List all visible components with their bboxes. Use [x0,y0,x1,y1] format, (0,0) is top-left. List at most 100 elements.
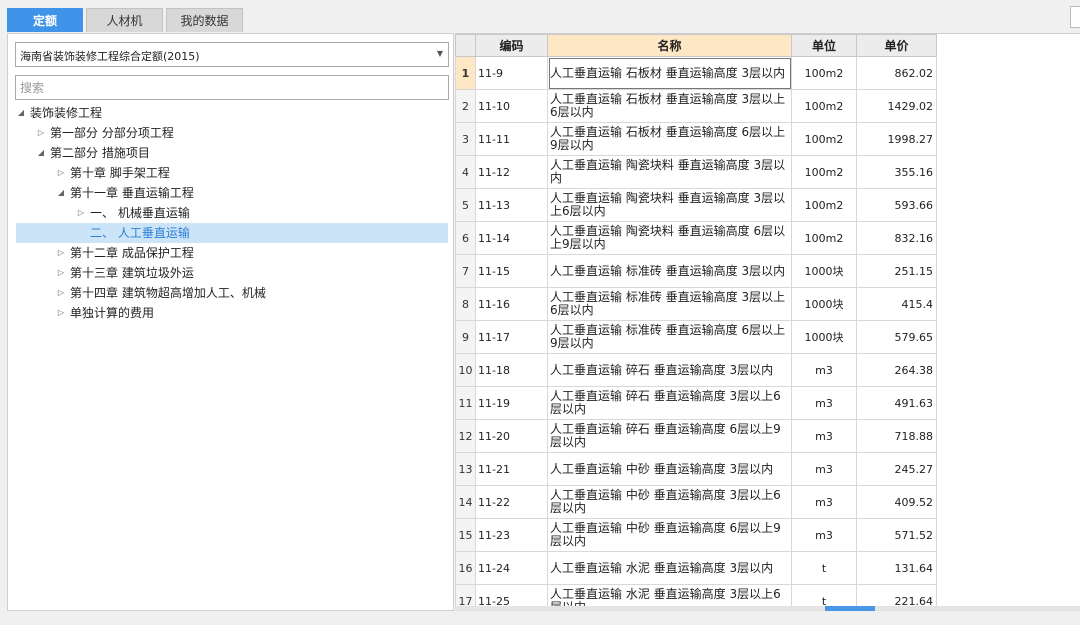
expand-arrow-icon[interactable]: ▷ [56,243,66,263]
unit-cell[interactable]: m3 [791,452,857,486]
table-row[interactable]: 15 11-23 人工垂直运输 中砂 垂直运输高度 6层以上9层以内 m3 571.52 [455,518,937,552]
expand-arrow-icon[interactable]: ▷ [56,263,66,283]
code-cell[interactable]: 11-17 [475,320,548,354]
unit-cell[interactable]: t [791,551,857,585]
price-cell[interactable]: 862.02 [856,56,937,90]
code-cell[interactable]: 11-11 [475,122,548,156]
code-cell[interactable]: 11-12 [475,155,548,189]
price-cell[interactable]: 264.38 [856,353,937,387]
price-cell[interactable]: 571.52 [856,518,937,552]
table-row[interactable]: 13 11-21 人工垂直运输 中砂 垂直运输高度 3层以内 m3 245.27 [455,452,937,486]
code-cell[interactable]: 11-15 [475,254,548,288]
name-cell[interactable]: 人工垂直运输 中砂 垂直运输高度 6层以上9层以内 [547,518,792,552]
price-cell[interactable]: 593.66 [856,188,937,222]
name-cell[interactable]: 人工垂直运输 石板材 垂直运输高度 3层以内 [547,56,792,90]
code-cell[interactable]: 11-18 [475,353,548,387]
code-cell[interactable]: 11-9 [475,56,548,90]
unit-cell[interactable]: 1000块 [791,320,857,354]
table-row[interactable]: 6 11-14 人工垂直运输 陶瓷块料 垂直运输高度 6层以上9层以内 100m2 83… [455,221,937,255]
unit-cell[interactable]: m3 [791,386,857,420]
row-number-cell[interactable]: 2 [455,89,476,123]
table-row[interactable]: 10 11-18 人工垂直运输 碎石 垂直运输高度 3层以内 m3 264.38 [455,353,937,387]
tree-node[interactable]: ▷ 第十章 脚手架工程 [16,163,448,183]
row-number-cell[interactable]: 1 [455,56,476,90]
code-cell[interactable]: 11-14 [475,221,548,255]
table-row[interactable]: 8 11-16 人工垂直运输 标准砖 垂直运输高度 3层以上6层以内 1000块 415… [455,287,937,321]
collapse-arrow-icon[interactable]: ◢ [56,183,66,203]
price-cell[interactable]: 832.16 [856,221,937,255]
code-cell[interactable]: 11-24 [475,551,548,585]
price-cell[interactable]: 245.27 [856,452,937,486]
unit-cell[interactable]: 100m2 [791,155,857,189]
price-cell[interactable]: 355.16 [856,155,937,189]
name-cell[interactable]: 人工垂直运输 标准砖 垂直运输高度 3层以内 [547,254,792,288]
code-cell[interactable]: 11-22 [475,485,548,519]
price-cell[interactable]: 491.63 [856,386,937,420]
unit-cell[interactable]: 100m2 [791,56,857,90]
row-number-cell[interactable]: 4 [455,155,476,189]
table-row[interactable]: 3 11-11 人工垂直运输 石板材 垂直运输高度 6层以上9层以内 100m2 199… [455,122,937,156]
name-cell[interactable]: 人工垂直运输 陶瓷块料 垂直运输高度 3层以上6层以内 [547,188,792,222]
name-cell[interactable]: 人工垂直运输 碎石 垂直运输高度 3层以上6层以内 [547,386,792,420]
expand-arrow-icon[interactable]: ▷ [56,163,66,183]
row-number-cell[interactable]: 9 [455,320,476,354]
row-number-cell[interactable]: 10 [455,353,476,387]
search-input[interactable] [15,75,449,100]
code-cell[interactable]: 11-19 [475,386,548,420]
unit-cell[interactable]: 100m2 [791,221,857,255]
table-row[interactable]: 7 11-15 人工垂直运输 标准砖 垂直运输高度 3层以内 1000块 251.15 [455,254,937,288]
table-row[interactable]: 12 11-20 人工垂直运输 碎石 垂直运输高度 6层以上9层以内 m3 718.88 [455,419,937,453]
unit-cell[interactable]: 1000块 [791,254,857,288]
expand-arrow-icon[interactable]: ▷ [56,283,66,303]
expand-arrow-icon[interactable]: ▷ [56,303,66,323]
row-number-cell[interactable]: 12 [455,419,476,453]
collapse-arrow-icon[interactable]: ◢ [36,143,46,163]
price-cell[interactable]: 131.64 [856,551,937,585]
collapse-arrow-icon[interactable]: ◢ [16,103,26,123]
name-cell[interactable]: 人工垂直运输 陶瓷块料 垂直运输高度 6层以上9层以内 [547,221,792,255]
price-cell[interactable]: 1998.27 [856,122,937,156]
tree-node[interactable]: ◢ 装饰装修工程 [16,103,448,123]
row-number-cell[interactable]: 13 [455,452,476,486]
tree-node[interactable]: ▷ 第一部分 分部分项工程 [16,123,448,143]
tab-my-data[interactable]: 我的数据 [166,8,243,32]
price-cell[interactable]: 718.88 [856,419,937,453]
unit-cell[interactable]: 100m2 [791,122,857,156]
row-number-cell[interactable]: 7 [455,254,476,288]
tab-labor-material-machine[interactable]: 人材机 [86,8,163,32]
name-cell[interactable]: 人工垂直运输 标准砖 垂直运输高度 6层以上9层以内 [547,320,792,354]
row-number-cell[interactable]: 16 [455,551,476,585]
name-cell[interactable]: 人工垂直运输 石板材 垂直运输高度 3层以上6层以内 [547,89,792,123]
tree-node[interactable]: ▷ 第十二章 成品保护工程 [16,243,448,263]
expand-arrow-icon[interactable]: ▷ [76,203,86,223]
name-cell[interactable]: 人工垂直运输 水泥 垂直运输高度 3层以内 [547,551,792,585]
price-cell[interactable]: 415.4 [856,287,937,321]
name-cell[interactable]: 人工垂直运输 石板材 垂直运输高度 6层以上9层以内 [547,122,792,156]
row-number-cell[interactable]: 11 [455,386,476,420]
price-cell[interactable]: 409.52 [856,485,937,519]
unit-cell[interactable]: 100m2 [791,89,857,123]
unit-cell[interactable]: m3 [791,518,857,552]
row-number-cell[interactable]: 15 [455,518,476,552]
unit-header[interactable]: 单位 [791,34,857,57]
tree-node[interactable]: 二、 人工垂直运输 [16,223,448,243]
table-row[interactable]: 11 11-19 人工垂直运输 碎石 垂直运输高度 3层以上6层以内 m3 491.63 [455,386,937,420]
row-number-cell[interactable]: 14 [455,485,476,519]
name-cell[interactable]: 人工垂直运输 中砂 垂直运输高度 3层以上6层以内 [547,485,792,519]
table-row[interactable]: 9 11-17 人工垂直运输 标准砖 垂直运输高度 6层以上9层以内 1000块 579… [455,320,937,354]
code-header[interactable]: 编码 [475,34,548,57]
unit-cell[interactable]: 1000块 [791,287,857,321]
unit-cell[interactable]: 100m2 [791,188,857,222]
tree-node[interactable]: ▷ 第十四章 建筑物超高增加人工、机械 [16,283,448,303]
code-cell[interactable]: 11-13 [475,188,548,222]
price-header[interactable]: 单价 [856,34,937,57]
tree-node[interactable]: ◢ 第二部分 措施项目 [16,143,448,163]
tree-node[interactable]: ▷ 单独计算的费用 [16,303,448,323]
code-cell[interactable]: 11-23 [475,518,548,552]
code-cell[interactable]: 11-20 [475,419,548,453]
row-number-cell[interactable]: 5 [455,188,476,222]
row-number-cell[interactable]: 6 [455,221,476,255]
tree-node[interactable]: ▷ 一、 机械垂直运输 [16,203,448,223]
library-select[interactable]: 海南省装饰装修工程综合定额(2015) ▼ [15,42,449,67]
tab-quota[interactable]: 定额 [7,8,83,32]
